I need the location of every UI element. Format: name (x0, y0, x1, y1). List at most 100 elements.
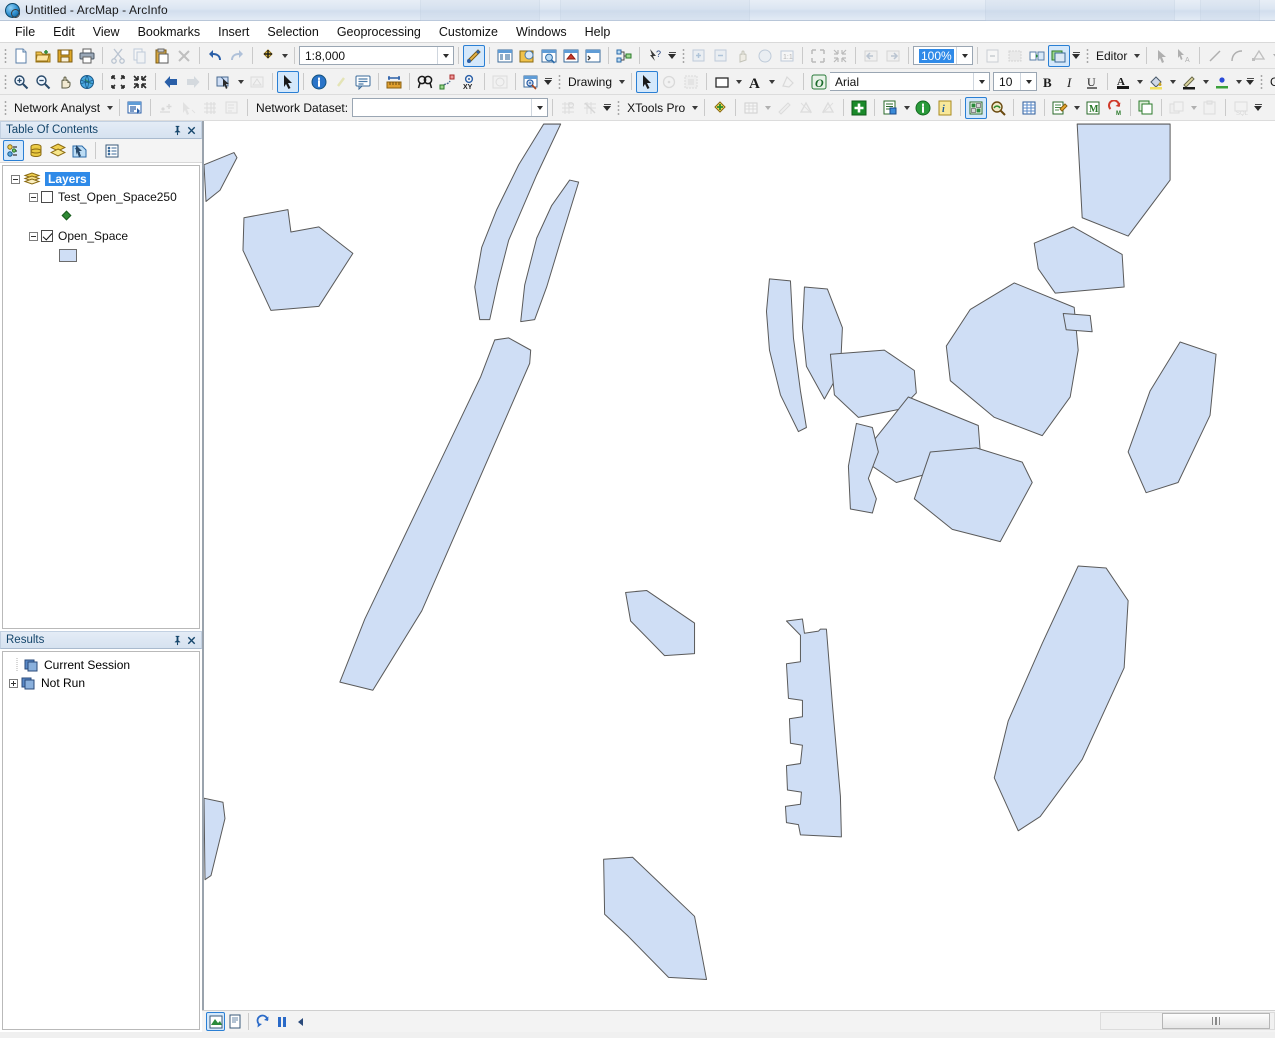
one-to-one-button[interactable]: 1:1 (776, 45, 798, 67)
menu-edit[interactable]: Edit (44, 23, 84, 41)
zoom-in-button[interactable] (10, 71, 32, 93)
open-space-polygon[interactable] (784, 618, 842, 838)
drawing-menu[interactable]: Drawing (564, 75, 616, 89)
measure-button[interactable] (383, 71, 405, 93)
toc-symbol-open-space[interactable] (3, 245, 199, 265)
results-tree-body[interactable]: Current Session Not Run (2, 651, 200, 1030)
undo-button[interactable] (204, 45, 226, 67)
expander-not-run[interactable] (9, 678, 18, 688)
fixed-zoom-in-button[interactable] (107, 71, 129, 93)
network-grid-button[interactable] (199, 97, 221, 119)
open-space-polygon[interactable] (625, 589, 696, 657)
network-analyst-caret[interactable] (104, 97, 115, 119)
toc-symbol-test-open-space250[interactable] (3, 206, 199, 224)
list-by-selection-button[interactable] (69, 140, 90, 161)
xtools-help-button[interactable]: i (934, 97, 956, 119)
open-space-polygon[interactable] (520, 179, 580, 323)
toc-tree-body[interactable]: Layers Test_Open_Space250 Open_Space (2, 165, 200, 629)
xtools-pro-caret[interactable] (689, 97, 700, 119)
toolbar-grip-2[interactable] (682, 47, 685, 64)
pan-button[interactable] (54, 71, 76, 93)
toggle-draft-mode-button[interactable] (982, 45, 1004, 67)
toc-layer-test-open-space250[interactable]: Test_Open_Space250 (3, 188, 199, 206)
geostat-grip[interactable] (1260, 73, 1264, 90)
open-space-polygon[interactable] (993, 565, 1129, 832)
xtools-paste-button[interactable] (1199, 97, 1221, 119)
font-name-combo[interactable]: Arial (830, 72, 991, 91)
directions-window-button[interactable] (221, 97, 243, 119)
fixed-zoom-out-button[interactable] (129, 71, 151, 93)
network-analyst-menu[interactable]: Network Analyst (10, 101, 104, 115)
edit-annotation-button[interactable]: A (1173, 45, 1195, 67)
open-space-polygon[interactable] (913, 447, 1033, 543)
xtools-layers-button[interactable] (1135, 97, 1157, 119)
open-space-polygons[interactable] (204, 121, 1275, 1010)
menu-windows[interactable]: Windows (507, 23, 576, 41)
select-elements2-button[interactable] (636, 70, 659, 93)
select-elements-button[interactable] (277, 70, 299, 93)
open-space-polygon[interactable] (1127, 341, 1217, 494)
open-space-polygon[interactable] (1033, 226, 1125, 294)
zoom-percent-combo[interactable]: 100% (913, 46, 973, 65)
scrollbar-grip-icon[interactable] (1162, 1013, 1270, 1029)
xtools-sql-button[interactable]: SQL (1230, 97, 1252, 119)
open-space-polygon[interactable] (204, 152, 238, 202)
xtools-shape-button[interactable] (795, 97, 817, 119)
xtools-add-button[interactable] (709, 97, 731, 119)
font-size-dropdown[interactable] (1020, 73, 1036, 90)
fill-color-button[interactable] (1145, 71, 1167, 93)
xtools-grip[interactable] (617, 99, 621, 116)
pause-drawing-button[interactable] (272, 1012, 291, 1031)
map-horizontal-scrollbar[interactable] (1100, 1012, 1275, 1030)
fixed-zoom-in-page-button[interactable] (807, 45, 829, 67)
html-popup-button[interactable] (352, 71, 374, 93)
hyperlink-button[interactable] (330, 71, 352, 93)
fixed-zoom-out-page-button[interactable] (829, 45, 851, 67)
layer-checkbox-open-space[interactable] (41, 230, 53, 242)
create-viewer-window-button[interactable] (520, 71, 542, 93)
xtools-report-button[interactable] (1049, 97, 1071, 119)
menu-insert[interactable]: Insert (209, 23, 258, 41)
copy-button[interactable] (129, 45, 151, 67)
map-scale-combo[interactable]: 1:8,000 (299, 46, 454, 65)
italic-button[interactable]: I (1059, 71, 1081, 93)
font-name-dropdown[interactable] (973, 73, 989, 90)
data-view-button[interactable] (206, 1012, 225, 1031)
print-button[interactable] (76, 45, 98, 67)
toolbar-grip-3[interactable] (1086, 47, 1089, 64)
full-extent-button[interactable] (76, 71, 98, 93)
collapse-button[interactable] (291, 1012, 310, 1031)
xtools-settings-caret[interactable] (901, 97, 912, 119)
rotate-element-button[interactable] (658, 71, 680, 93)
expander-layers[interactable] (11, 174, 20, 184)
marker-color-button[interactable] (1211, 71, 1233, 93)
bold-button[interactable]: B (1037, 71, 1059, 93)
catalog-button[interactable] (516, 45, 538, 67)
toc-root-layers[interactable]: Layers (3, 170, 199, 188)
open-space-polygon[interactable] (945, 282, 1079, 437)
xtools-m-button[interactable]: M (1082, 97, 1104, 119)
new-rectangle-caret[interactable] (733, 71, 744, 93)
zoom-percent-dropdown[interactable] (956, 47, 972, 64)
new-text-caret[interactable] (766, 71, 777, 93)
create-network-location-button[interactable] (155, 97, 177, 119)
close-icon[interactable] (184, 123, 198, 137)
full-page-button[interactable] (754, 45, 776, 67)
expander-test-open-space250[interactable] (29, 192, 38, 202)
fill-color-caret[interactable] (1167, 71, 1178, 93)
select-features-button[interactable] (213, 71, 235, 93)
open-space-polygon[interactable] (339, 337, 532, 691)
editor-menu-caret[interactable] (1131, 45, 1142, 67)
xtools-green-plus-button[interactable] (848, 97, 870, 119)
clear-selection-button[interactable] (246, 71, 268, 93)
paste-button[interactable] (151, 45, 173, 67)
tools-grip[interactable] (4, 73, 7, 90)
network-grip[interactable] (4, 99, 7, 116)
xtools-info-button[interactable] (912, 97, 934, 119)
find-route-button[interactable] (436, 71, 458, 93)
data-driven-pages-button[interactable] (1048, 44, 1070, 67)
toc-options-button[interactable] (101, 140, 122, 161)
whats-this-button[interactable]: ? (644, 45, 666, 67)
xtools-copy-button[interactable] (1166, 97, 1188, 119)
xtools-selected-button[interactable] (965, 96, 988, 119)
